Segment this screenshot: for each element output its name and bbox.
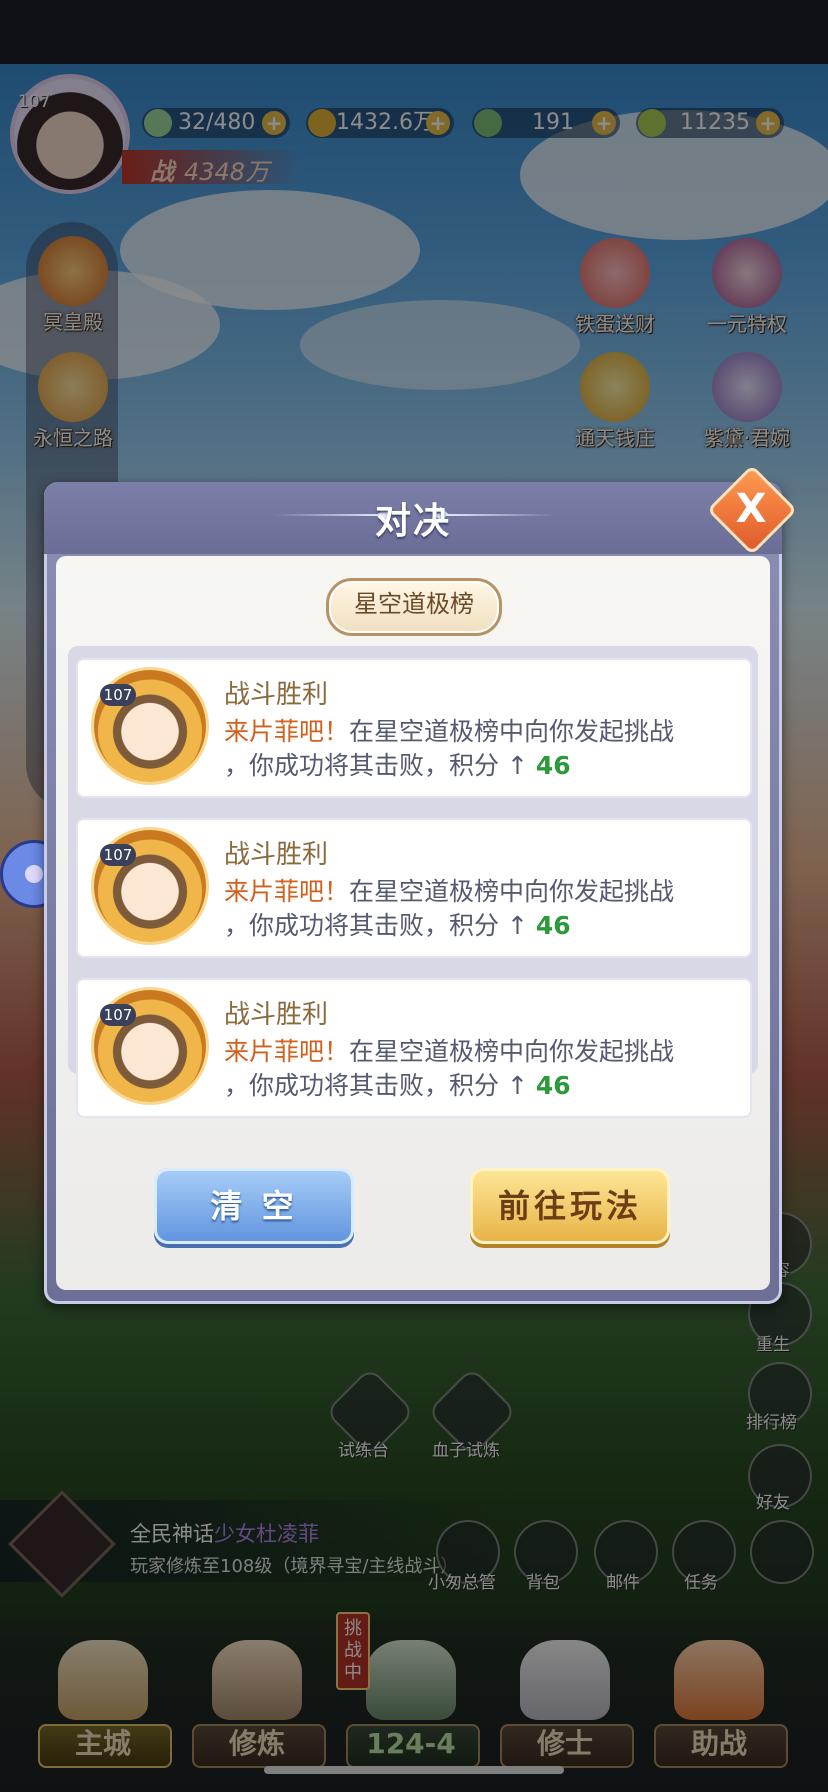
opponent-level: 107 bbox=[100, 684, 136, 706]
opponent-name: 来片菲吧！ bbox=[224, 717, 350, 746]
dialog-title: 对决 bbox=[374, 501, 451, 542]
opponent-level: 107 bbox=[100, 844, 136, 866]
clear-button[interactable]: 清 空 bbox=[154, 1168, 354, 1244]
list-item: 107 战斗胜利 来片菲吧！在星空道极榜中向你发起挑战 ，你成功将其击败，积分 … bbox=[76, 978, 752, 1118]
ranking-tag-label: 星空道极榜 bbox=[354, 590, 474, 618]
result-line-2: ，你成功将其击败，积分 ↑ 46 bbox=[224, 746, 571, 782]
challenge-text: 在星空道极榜中向你发起挑战 bbox=[349, 877, 675, 906]
result-line-1: 来片菲吧！在星空道极榜中向你发起挑战 bbox=[224, 872, 674, 908]
points-gained: 46 bbox=[535, 751, 571, 780]
result-line-2: ，你成功将其击败，积分 ↑ 46 bbox=[224, 906, 571, 942]
arrow-up-icon: ↑ bbox=[506, 751, 528, 780]
close-icon[interactable]: X bbox=[722, 480, 780, 538]
result-title: 战斗胜利 bbox=[224, 680, 329, 710]
result-line-1: 来片菲吧！在星空道极榜中向你发起挑战 bbox=[224, 712, 674, 748]
opponent-name: 来片菲吧！ bbox=[224, 877, 350, 906]
result-line-2: ，你成功将其击败，积分 ↑ 46 bbox=[224, 1066, 571, 1102]
duel-dialog: 对决 X 星空道极榜 107 战斗胜利 来片菲吧！在星空道极榜中向你发起挑战 ，… bbox=[44, 464, 798, 1304]
go-to-mode-button[interactable]: 前往玩法 bbox=[470, 1168, 670, 1244]
challenge-text: 在星空道极榜中向你发起挑战 bbox=[349, 717, 675, 746]
list-item: 107 战斗胜利 来片菲吧！在星空道极榜中向你发起挑战 ，你成功将其击败，积分 … bbox=[76, 818, 752, 958]
result-title: 战斗胜利 bbox=[224, 1000, 329, 1030]
defeat-text: ，你成功将其击败，积分 bbox=[224, 1071, 500, 1100]
points-gained: 46 bbox=[535, 1071, 571, 1100]
defeat-text: ，你成功将其击败，积分 bbox=[224, 751, 500, 780]
list-item: 107 战斗胜利 来片菲吧！在星空道极榜中向你发起挑战 ，你成功将其击败，积分 … bbox=[76, 658, 752, 798]
arrow-up-icon: ↑ bbox=[506, 911, 528, 940]
result-line-1: 来片菲吧！在星空道极榜中向你发起挑战 bbox=[224, 1032, 674, 1068]
result-title: 战斗胜利 bbox=[224, 840, 329, 870]
opponent-name: 来片菲吧！ bbox=[224, 1037, 350, 1066]
arrow-up-icon: ↑ bbox=[506, 1071, 528, 1100]
points-gained: 46 bbox=[535, 911, 571, 940]
challenge-text: 在星空道极榜中向你发起挑战 bbox=[349, 1037, 675, 1066]
defeat-text: ，你成功将其击败，积分 bbox=[224, 911, 500, 940]
opponent-level: 107 bbox=[100, 1004, 136, 1026]
